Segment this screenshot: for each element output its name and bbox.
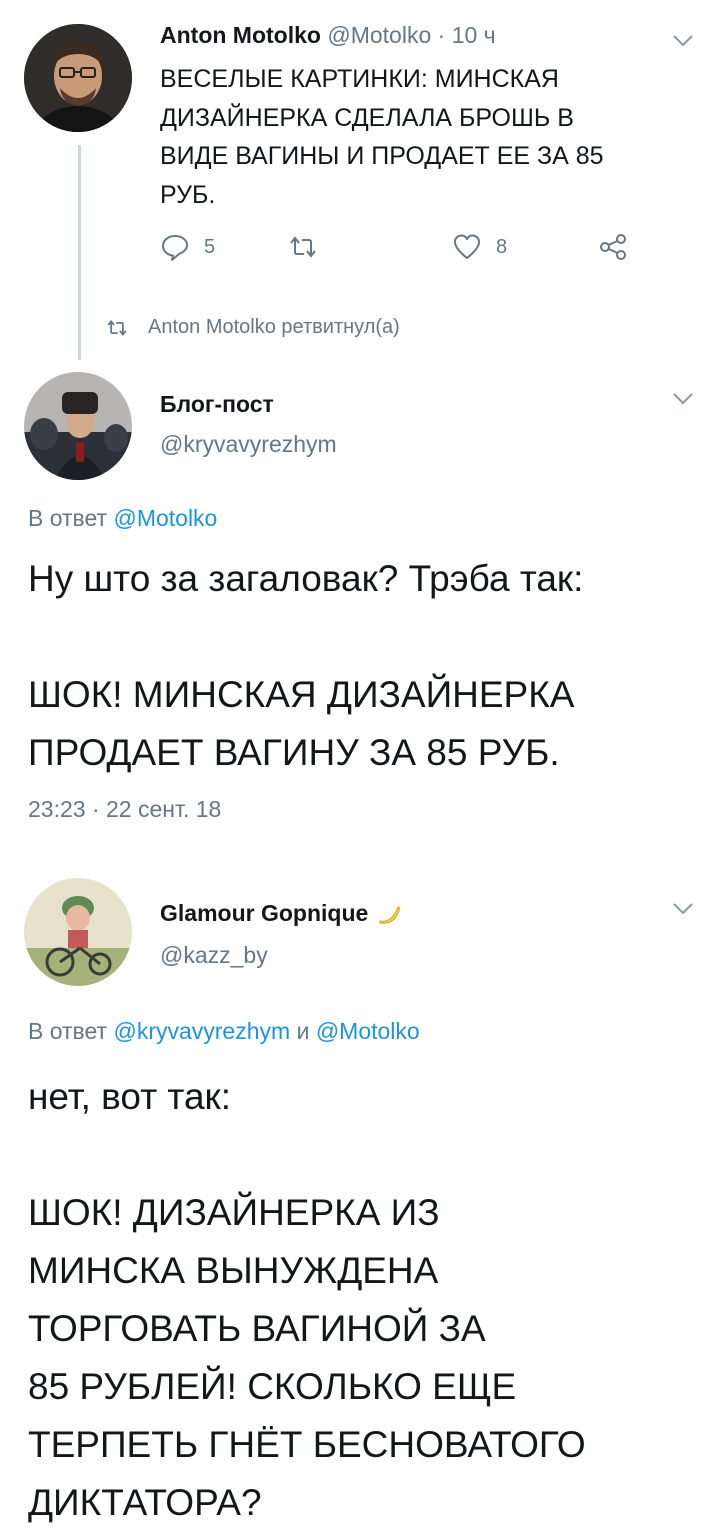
- reply-to-link-1[interactable]: @kryvavyrezhym: [113, 1018, 290, 1044]
- retweet-button[interactable]: [288, 232, 328, 262]
- avatar-image: [24, 24, 132, 132]
- reply-icon: [162, 235, 188, 261]
- avatar-glamour-gopnique[interactable]: [24, 878, 132, 986]
- tweet3-reply-context: В ответ @kryvavyrezhym и @Motolko: [28, 1018, 420, 1045]
- tweet2-text: Ну што за загаловак? Трэба так: ШОК! МИН…: [28, 558, 584, 773]
- tweet3-header: Glamour Gopnique: [160, 900, 402, 927]
- retweeted-by-label: Anton Motolko ретвитнул(а): [148, 316, 400, 338]
- reply-to-link-2[interactable]: @Motolko: [316, 1018, 420, 1044]
- chevron-down-icon[interactable]: [672, 34, 694, 48]
- retweet-icon: [290, 236, 316, 258]
- tweet1-separator: ·: [437, 22, 446, 48]
- retweeted-by-note[interactable]: Anton Motolko ретвитнул(а): [106, 316, 400, 339]
- banana-emoji: [379, 905, 401, 924]
- like-button[interactable]: 8: [452, 232, 507, 262]
- reply-prefix: В ответ: [28, 505, 108, 531]
- reply-button[interactable]: 5: [160, 232, 215, 262]
- share-button[interactable]: [598, 232, 628, 262]
- chevron-down-icon[interactable]: [672, 392, 694, 406]
- reply-joiner: и: [296, 1018, 310, 1044]
- avatar-blog-post[interactable]: [24, 372, 132, 480]
- avatar-image: [24, 878, 132, 986]
- reply-to-link[interactable]: @Motolko: [113, 505, 217, 531]
- like-count: 8: [496, 235, 508, 258]
- tweet2-reply-context: В ответ @Motolko: [28, 505, 217, 532]
- tweet3-text: нет, вот так: ШОК! ДИЗАЙНЕРКА ИЗ МИНСКА …: [28, 1076, 586, 1523]
- thread-line: [78, 145, 81, 360]
- share-icon: [600, 234, 626, 260]
- avatar-anton-motolko[interactable]: [24, 24, 132, 132]
- heart-icon: [454, 234, 480, 259]
- tweet1-header: Anton Motolko @Motolko · 10 ч: [160, 22, 496, 49]
- tweet1-author-name[interactable]: Anton Motolko: [160, 22, 321, 48]
- tweet3-author-handle[interactable]: @kazz_by: [160, 942, 268, 969]
- retweet-icon: [107, 319, 127, 336]
- tweet3-author-name[interactable]: Glamour Gopnique: [160, 900, 368, 927]
- tweet1-time[interactable]: 10 ч: [452, 22, 496, 48]
- tweet1-text: ВЕСЕЛЫЕ КАРТИНКИ: МИНСКАЯ ДИЗАЙНЕРКА СДЕ…: [160, 65, 604, 209]
- tweet1-actions: 5 8: [160, 232, 650, 272]
- avatar-image: [24, 372, 132, 480]
- tweet2-author-name[interactable]: Блог-пост: [160, 391, 274, 418]
- reply-count: 5: [204, 235, 216, 258]
- tweet1-author-handle[interactable]: @Motolko: [327, 22, 431, 48]
- tweet2-author-handle[interactable]: @kryvavyrezhym: [160, 431, 337, 458]
- chevron-down-icon[interactable]: [672, 902, 694, 916]
- reply-prefix: В ответ: [28, 1018, 108, 1044]
- tweet2-timestamp[interactable]: 23:23 · 22 сент. 18: [28, 796, 221, 823]
